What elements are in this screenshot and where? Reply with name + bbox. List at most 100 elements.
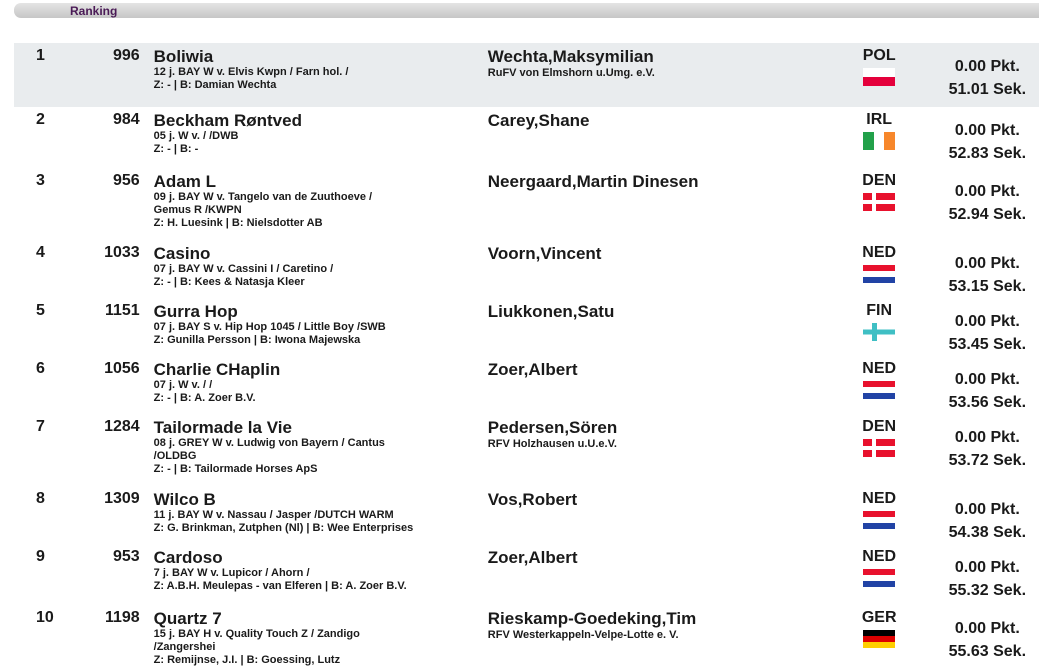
ranking-row[interactable]: 3 956 Adam L 09 j. BAY W v. Tangelo van de … (14, 168, 1039, 240)
rider-name[interactable]: Zoer,Albert (488, 360, 828, 379)
horse-name[interactable]: Boliwia (154, 47, 488, 66)
penalty-points: 0.00 Pkt. (954, 620, 1020, 637)
horse-details: 12 j. BAY W v. Elvis Kwpn / Farn hol. / (153, 66, 349, 78)
penalty-points: 0.00 Pkt. (954, 371, 1020, 388)
horse-name[interactable]: Gurra Hop (154, 302, 488, 321)
ranking-row[interactable]: 7 1284 Tailormade la Vie 08 j. GREY W v. Lu… (14, 414, 1039, 486)
nation-cell: POL (827, 43, 931, 107)
ranking-row[interactable]: 10 1198 Quartz 7 15 j. BAY H v. Quality Tou… (14, 605, 1039, 667)
horse-cell: Beckham Røntved 05 j. W v. / /DWB Z: - | B… (140, 107, 488, 168)
rider-name[interactable]: Pedersen,Sören (488, 418, 828, 437)
rank-position: 9 (36, 548, 45, 565)
rider-name[interactable]: Wechta,Maksymilian (488, 47, 828, 66)
breeder-owner: Z: - | B: Damian Wechta (153, 79, 277, 91)
horse-cell: Tailormade la Vie 08 j. GREY W v. Ludwig … (140, 414, 488, 486)
horse-cell: Adam L 09 j. BAY W v. Tangelo van de Zuut… (140, 168, 488, 240)
ranking-row[interactable]: 2 984 Beckham Røntved 05 j. W v. / /DWB Z: -… (14, 107, 1039, 168)
nation-cell: NED (828, 544, 931, 605)
rank-position: 4 (36, 244, 45, 261)
horse-name[interactable]: Quartz 7 (154, 609, 488, 628)
horse-name[interactable]: Beckham Røntved (154, 111, 488, 130)
penalty-points: 0.00 Pkt. (954, 255, 1020, 272)
breeder-owner: Z: - | B: Tailormade Horses ApS (153, 463, 318, 475)
rider-cell: Neergaard,Martin Dinesen (488, 168, 828, 240)
breeder-owner: Z: A.B.H. Meulepas - van Elferen | B: A.… (153, 580, 407, 592)
rider-name[interactable]: Neergaard,Martin Dinesen (488, 172, 828, 191)
rider-cell: Zoer,Albert (488, 544, 828, 605)
nation-code: NED (862, 548, 897, 565)
den-flag-icon (863, 439, 896, 457)
horse-name[interactable]: Tailormade la Vie (154, 418, 488, 437)
horse-details: 09 j. BAY W v. Tangelo van de Zuuthoeve … (153, 191, 373, 203)
ranking-row[interactable]: 4 1033 Casino 07 j. BAY W v. Cassini I / Ca… (14, 240, 1039, 298)
start-number: 953 (112, 548, 140, 565)
ride-time: 53.56 Sek. (948, 394, 1027, 411)
nation-code: NED (862, 490, 897, 507)
ranking-row[interactable]: 9 953 Cardoso 7 j. BAY W v. Lupicor / Ahorn… (14, 544, 1039, 605)
rank-position: 7 (36, 418, 45, 435)
ride-time: 53.72 Sek. (948, 452, 1027, 469)
penalty-points: 0.00 Pkt. (954, 183, 1020, 200)
pol-flag-icon (863, 68, 896, 86)
nation-code: POL (862, 47, 896, 64)
horse-name[interactable]: Casino (154, 244, 488, 263)
rider-cell: Vos,Robert (488, 486, 828, 544)
horse-name[interactable]: Wilco B (154, 490, 488, 509)
rider-cell: Zoer,Albert (488, 356, 828, 414)
horse-name[interactable]: Charlie CHaplin (154, 360, 488, 379)
nation-cell: DEN (828, 414, 931, 486)
rider-cell: Wechta,Maksymilian RuFV von Elmshorn u.Um… (487, 43, 828, 107)
tab-ranking[interactable]: Ranking (70, 4, 117, 18)
den-flag-icon (863, 193, 896, 211)
result-cell: 0.00 Pkt. 53.15 Sek. (931, 240, 1039, 298)
breeder-owner: Z: Gunilla Persson | B: Iwona Majewska (153, 334, 361, 346)
start-number: 1309 (104, 490, 140, 507)
rider-name[interactable]: Liukkonen,Satu (488, 302, 828, 321)
penalty-points: 0.00 Pkt. (954, 559, 1020, 576)
rider-name[interactable]: Zoer,Albert (488, 548, 828, 567)
horse-details-continued: /OLDBG (153, 450, 197, 462)
rider-name[interactable]: Rieskamp-Goedeking,Tim (488, 609, 828, 628)
nation-cell: IRL (828, 107, 931, 168)
start-number: 1284 (104, 418, 140, 435)
ranking-tab-bar (14, 3, 1039, 18)
horse-cell: Charlie CHaplin 07 j. W v. / / Z: - | B: A… (140, 356, 488, 414)
ride-time: 53.15 Sek. (948, 278, 1027, 295)
nation-cell: FIN (828, 298, 931, 356)
start-number: 996 (90, 43, 140, 107)
result-cell: 0.00 Pkt. 55.32 Sek. (931, 544, 1039, 605)
nation-cell: NED (828, 240, 931, 298)
ranking-row[interactable]: 5 1151 Gurra Hop 07 j. BAY S v. Hip Hop 104… (14, 298, 1039, 356)
rider-cell: Carey,Shane (488, 107, 828, 168)
horse-name[interactable]: Adam L (154, 172, 488, 191)
rider-club: RFV Holzhausen u.U.e.V. (487, 438, 617, 450)
rider-cell: Liukkonen,Satu (488, 298, 828, 356)
rider-name[interactable]: Carey,Shane (488, 111, 828, 130)
nation-cell: NED (828, 486, 931, 544)
rider-club: RFV Westerkappeln-Velpe-Lotte e. V. (487, 629, 679, 641)
start-number: 956 (112, 172, 140, 189)
rank-position: 3 (36, 172, 45, 189)
ranking-row[interactable]: 8 1309 Wilco B 11 j. BAY W v. Nassau / Jasp… (14, 486, 1039, 544)
ranking-table-body: 1 996 Boliwia 12 j. BAY W v. Elvis Kwpn / F… (14, 43, 1039, 667)
start-number: 984 (112, 111, 140, 128)
ranking-row[interactable]: 6 1056 Charlie CHaplin 07 j. W v. / / Z: - |… (14, 356, 1039, 414)
nation-cell: NED (828, 356, 931, 414)
rank-position: 2 (36, 111, 45, 128)
ride-time: 55.32 Sek. (948, 582, 1027, 599)
breeder-owner: Z: - | B: Kees & Natasja Kleer (153, 276, 305, 288)
nation-code: FIN (866, 302, 893, 319)
rider-name[interactable]: Vos,Robert (488, 490, 828, 509)
ned-flag-icon (863, 511, 896, 529)
result-cell: 0.00 Pkt. 52.94 Sek. (931, 168, 1039, 240)
result-cell: 0.00 Pkt. 53.45 Sek. (931, 298, 1039, 356)
horse-details-continued: Gemus R /KWPN (153, 204, 242, 216)
horse-name[interactable]: Cardoso (154, 548, 488, 567)
ride-time: 52.83 Sek. (948, 145, 1027, 162)
ranking-row[interactable]: 1 996 Boliwia 12 j. BAY W v. Elvis Kwpn / F… (14, 43, 1039, 107)
fin-flag-icon (863, 323, 896, 341)
horse-details: 08 j. GREY W v. Ludwig von Bayern / Cant… (153, 437, 385, 449)
rider-name[interactable]: Voorn,Vincent (488, 244, 828, 263)
ride-time: 53.45 Sek. (948, 336, 1027, 353)
start-number: 1151 (104, 302, 140, 319)
